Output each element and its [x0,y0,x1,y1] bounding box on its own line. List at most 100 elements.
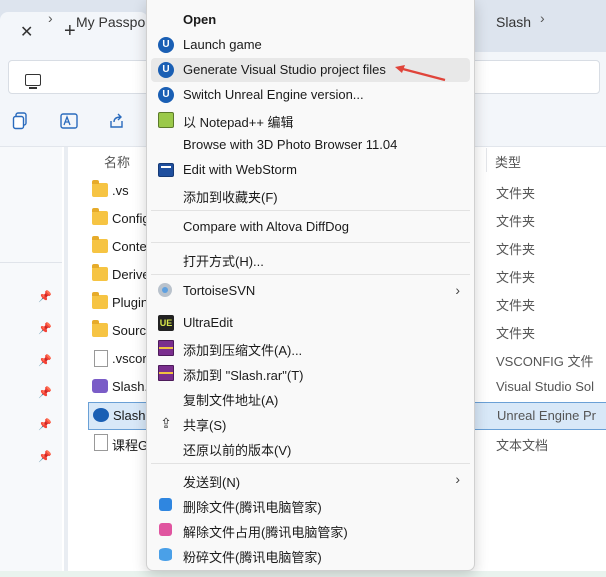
menu-item-label: Compare with Altova DiffDog [183,219,349,234]
menu-item-slash-rar-t[interactable]: 添加到 "Slash.rar"(T) [151,361,470,385]
file-name: Sourc [112,323,146,338]
close-tab-icon[interactable]: ✕ [20,22,33,42]
share-icon[interactable] [108,112,124,130]
menu-item-label: 粉碎文件(腾讯电脑管家) [183,550,322,565]
file-name: Plugin [112,295,149,310]
menu-separator [151,463,470,464]
breadcrumb-separator[interactable]: › [540,10,545,26]
folder-icon [92,264,108,281]
submenu-chevron-icon: › [455,282,460,298]
winrar-icon [158,340,174,356]
menu-item-label: Generate Visual Studio project files [183,62,386,77]
visual-studio-icon [92,379,108,393]
file-type: Unreal Engine Pr [497,408,596,423]
file-name: .vs [112,183,129,198]
menu-item-label: 还原以前的版本(V) [183,443,292,458]
menu-item-h[interactable]: 打开方式(H)... [151,247,470,271]
file-type: Visual Studio Sol [496,379,595,394]
menu-item-item-18[interactable]: 删除文件(腾讯电脑管家) [151,493,470,517]
menu-item-ultraedit[interactable]: UE UltraEdit [151,311,470,335]
menu-item-label: 以 Notepad++ 编辑 [183,115,294,130]
navigation-pane [0,147,62,577]
menu-item-n[interactable]: 发送到(N) › [151,468,470,492]
tencent-pc-manager-icon [159,498,172,511]
copy-icon[interactable] [12,112,28,130]
nav-scrollbar[interactable] [64,147,68,577]
file-name: 课程G [112,438,149,453]
menu-item-edit-with-webstorm[interactable]: Edit with WebStorm [151,158,470,182]
file-type: 文件夹 [496,186,536,201]
notepad-plus-plus-icon [158,112,174,128]
ultraedit-icon: UE [158,315,174,331]
unreal-engine-icon: U [158,87,174,103]
file-type: 文件夹 [496,298,536,313]
menu-item-label: Browse with 3D Photo Browser 11.04 [183,137,398,152]
menu-item-launch-game[interactable]: U Launch game [151,33,470,57]
pin-icon[interactable]: 📌 [38,354,52,367]
unreal-engine-icon [93,408,109,422]
breadcrumb-my-passport[interactable]: My Passpor [76,14,150,30]
menu-item-label: Open [183,12,217,27]
menu-item-a[interactable]: 复制文件地址(A) [151,386,470,410]
file-type: 文本文档 [496,438,549,453]
menu-item-s[interactable]: ⇪ 共享(S) [151,411,470,435]
breadcrumb-separator[interactable]: › [48,10,53,26]
tencent-pc-manager-icon [159,548,172,561]
file-name: Derive [112,267,150,282]
menu-item-label: 添加到收藏夹(F) [183,190,278,205]
this-pc-icon[interactable] [25,74,41,89]
menu-item-notepad[interactable]: 以 Notepad++ 编辑 [151,108,470,132]
folder-icon [92,208,108,225]
tencent-pc-manager-icon [159,523,172,536]
menu-item-label: Launch game [183,37,262,52]
menu-item-item-20[interactable]: 粉碎文件(腾讯电脑管家) [151,543,470,567]
menu-item-label: 打开方式(H)... [183,254,264,269]
menu-item-compare-with-altova-diffdog[interactable]: Compare with Altova DiffDog [151,215,470,239]
menu-item-f[interactable]: 添加到收藏夹(F) [151,183,470,207]
column-header-name[interactable]: 名称 [104,152,130,171]
file-type: 文件夹 [496,242,536,257]
pin-icon[interactable]: 📌 [38,386,52,399]
folder-icon [92,320,108,337]
winrar-icon [158,365,174,381]
menu-item-label: Switch Unreal Engine version... [183,87,364,102]
menu-item-label: 解除文件占用(腾讯电脑管家) [183,525,348,540]
pin-icon[interactable]: 📌 [38,322,52,335]
status-strip [0,571,606,577]
breadcrumb-slash[interactable]: Slash [496,14,531,30]
column-divider[interactable] [486,148,487,172]
submenu-chevron-icon: › [455,471,460,487]
file-name: Slash. [113,408,150,423]
red-arrow-annotation [395,65,446,82]
menu-item-label: 添加到 "Slash.rar"(T) [183,368,304,383]
menu-item-switch-unreal-engine-version[interactable]: U Switch Unreal Engine version... [151,83,470,107]
folder-icon [92,292,108,309]
menu-item-browse-with-3d-photo-browser-11-04[interactable]: Browse with 3D Photo Browser 11.04 [151,133,470,157]
menu-item-v[interactable]: 还原以前的版本(V) [151,436,470,460]
menu-item-label: 共享(S) [183,418,227,433]
file-name: Slash. [112,379,149,394]
nav-divider [0,262,62,263]
folder-icon [92,180,108,197]
webstorm-icon [158,163,174,177]
unreal-engine-icon: U [158,37,174,53]
document-icon [94,350,108,367]
menu-separator [151,242,470,243]
pin-icon[interactable]: 📌 [38,418,52,431]
pin-icon[interactable]: 📌 [38,290,52,303]
menu-item-item-19[interactable]: 解除文件占用(腾讯电脑管家) [151,518,470,542]
menu-item-open[interactable]: Open [151,8,470,32]
pin-icon[interactable]: 📌 [38,450,52,463]
new-tab-icon[interactable]: + [64,20,76,43]
menu-item-label: UltraEdit [183,315,233,330]
menu-item-label: 发送到(N) [183,475,241,490]
file-type: 文件夹 [496,214,536,229]
menu-item-a[interactable]: 添加到压缩文件(A)... [151,336,470,360]
rename-icon[interactable] [60,112,78,130]
file-type: VSCONFIG 文件 [496,354,594,369]
column-header-type[interactable]: 类型 [495,152,521,171]
menu-item-tortoisesvn[interactable]: TortoiseSVN › [151,279,470,303]
document-icon [94,434,108,451]
menu-item-label: 添加到压缩文件(A)... [183,343,303,358]
unreal-engine-icon: U [158,62,174,78]
